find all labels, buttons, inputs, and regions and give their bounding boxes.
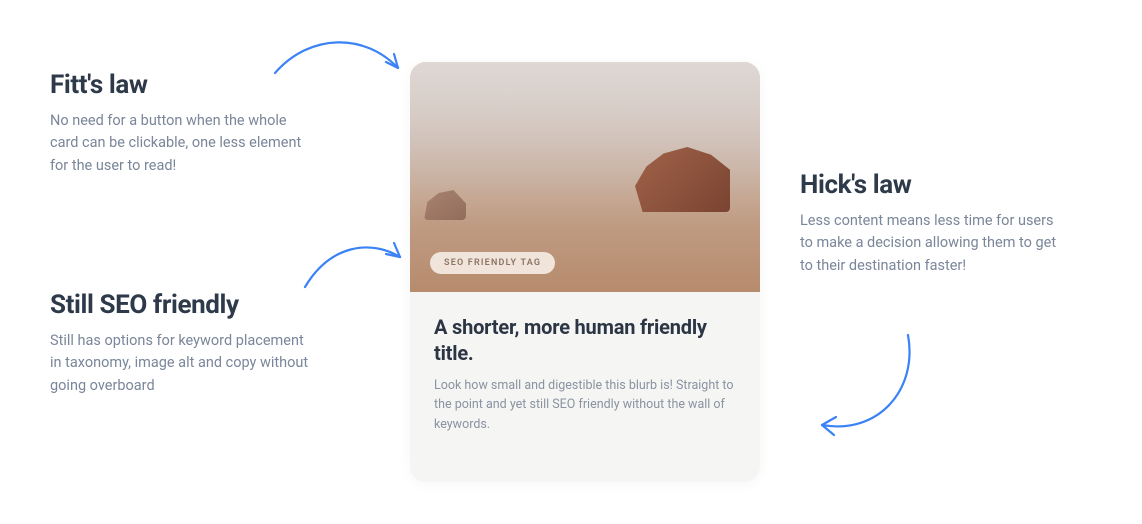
- card-body: A shorter, more human friendly title. Lo…: [410, 292, 760, 458]
- card-image: SEO FRIENDLY TAG: [410, 62, 760, 292]
- annotation-hicks-law: Hick's law Less content means less time …: [800, 170, 1060, 277]
- card-title: A shorter, more human friendly title.: [434, 314, 736, 366]
- annotation-title: Hick's law: [800, 170, 1060, 200]
- arrow-icon: [808, 330, 928, 450]
- diagram-container: Fitt's law No need for a button when the…: [0, 0, 1142, 524]
- card-blurb: Look how small and digestible this blurb…: [434, 376, 736, 434]
- annotation-fitts-law: Fitt's law No need for a button when the…: [50, 70, 310, 177]
- annotation-body: Less content means less time for users t…: [800, 210, 1060, 277]
- annotation-title: Fitt's law: [50, 70, 310, 100]
- arrow-icon: [300, 225, 410, 295]
- example-card[interactable]: SEO FRIENDLY TAG A shorter, more human f…: [410, 62, 760, 482]
- annotation-seo-friendly: Still SEO friendly Still has options for…: [50, 290, 310, 397]
- arrow-seo-to-tag: [300, 225, 410, 299]
- annotation-body: No need for a button when the whole card…: [50, 110, 310, 177]
- annotation-body: Still has options for keyword placement …: [50, 330, 310, 397]
- seo-tag-badge: SEO FRIENDLY TAG: [430, 252, 555, 274]
- annotation-title: Still SEO friendly: [50, 290, 310, 320]
- arrow-hicks-to-card: [808, 330, 928, 454]
